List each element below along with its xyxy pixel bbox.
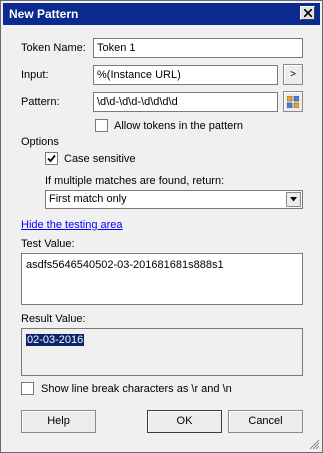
pattern-field[interactable]: \d\d-\d\d-\d\d\d\d: [93, 92, 278, 112]
input-insert-button[interactable]: >: [283, 64, 303, 85]
title-bar[interactable]: New Pattern: [3, 3, 320, 25]
options-heading: Options: [21, 136, 59, 148]
test-value-label: Test Value:: [21, 238, 75, 250]
case-sensitive-checkbox[interactable]: [45, 152, 58, 165]
input-label: Input:: [21, 69, 49, 81]
allow-tokens-label: Allow tokens in the pattern: [114, 120, 244, 132]
test-value-textarea[interactable]: asdfs5646540502-03-201681681s888s1: [21, 253, 303, 305]
hide-testing-area-link[interactable]: Hide the testing area: [21, 219, 123, 231]
help-button[interactable]: Help: [21, 410, 96, 433]
cancel-button[interactable]: Cancel: [228, 410, 303, 433]
token-grid-icon: [287, 96, 299, 108]
new-pattern-dialog: New Pattern Token Name: Token 1 Input: %…: [0, 0, 323, 453]
result-value-area: 02-03-2016: [21, 328, 303, 376]
multiple-matches-value: First match only: [49, 193, 127, 205]
allow-tokens-checkbox[interactable]: [95, 119, 108, 132]
token-name-input[interactable]: Token 1: [93, 38, 303, 58]
line-break-checkbox[interactable]: [21, 382, 34, 395]
window-title: New Pattern: [9, 7, 79, 21]
result-value-text: 02-03-2016: [26, 334, 85, 346]
resize-grip-icon[interactable]: [309, 439, 320, 450]
input-field[interactable]: %(Instance URL): [93, 65, 278, 85]
multiple-matches-label: If multiple matches are found, return:: [45, 175, 225, 187]
checkmark-icon: [47, 154, 56, 163]
chevron-down-icon: [290, 197, 297, 202]
line-break-label: Show line break characters as \r and \n: [41, 383, 232, 395]
close-icon: [304, 9, 312, 17]
case-sensitive-label: Case sensitive: [64, 153, 136, 165]
dropdown-button[interactable]: [286, 192, 301, 207]
close-button[interactable]: [300, 6, 315, 20]
multiple-matches-select[interactable]: First match only: [45, 190, 303, 209]
result-value-label: Result Value:: [21, 313, 86, 325]
pattern-label: Pattern:: [21, 96, 60, 108]
pattern-token-button[interactable]: [283, 91, 303, 112]
ok-button[interactable]: OK: [147, 410, 222, 433]
token-name-label: Token Name:: [21, 42, 86, 54]
